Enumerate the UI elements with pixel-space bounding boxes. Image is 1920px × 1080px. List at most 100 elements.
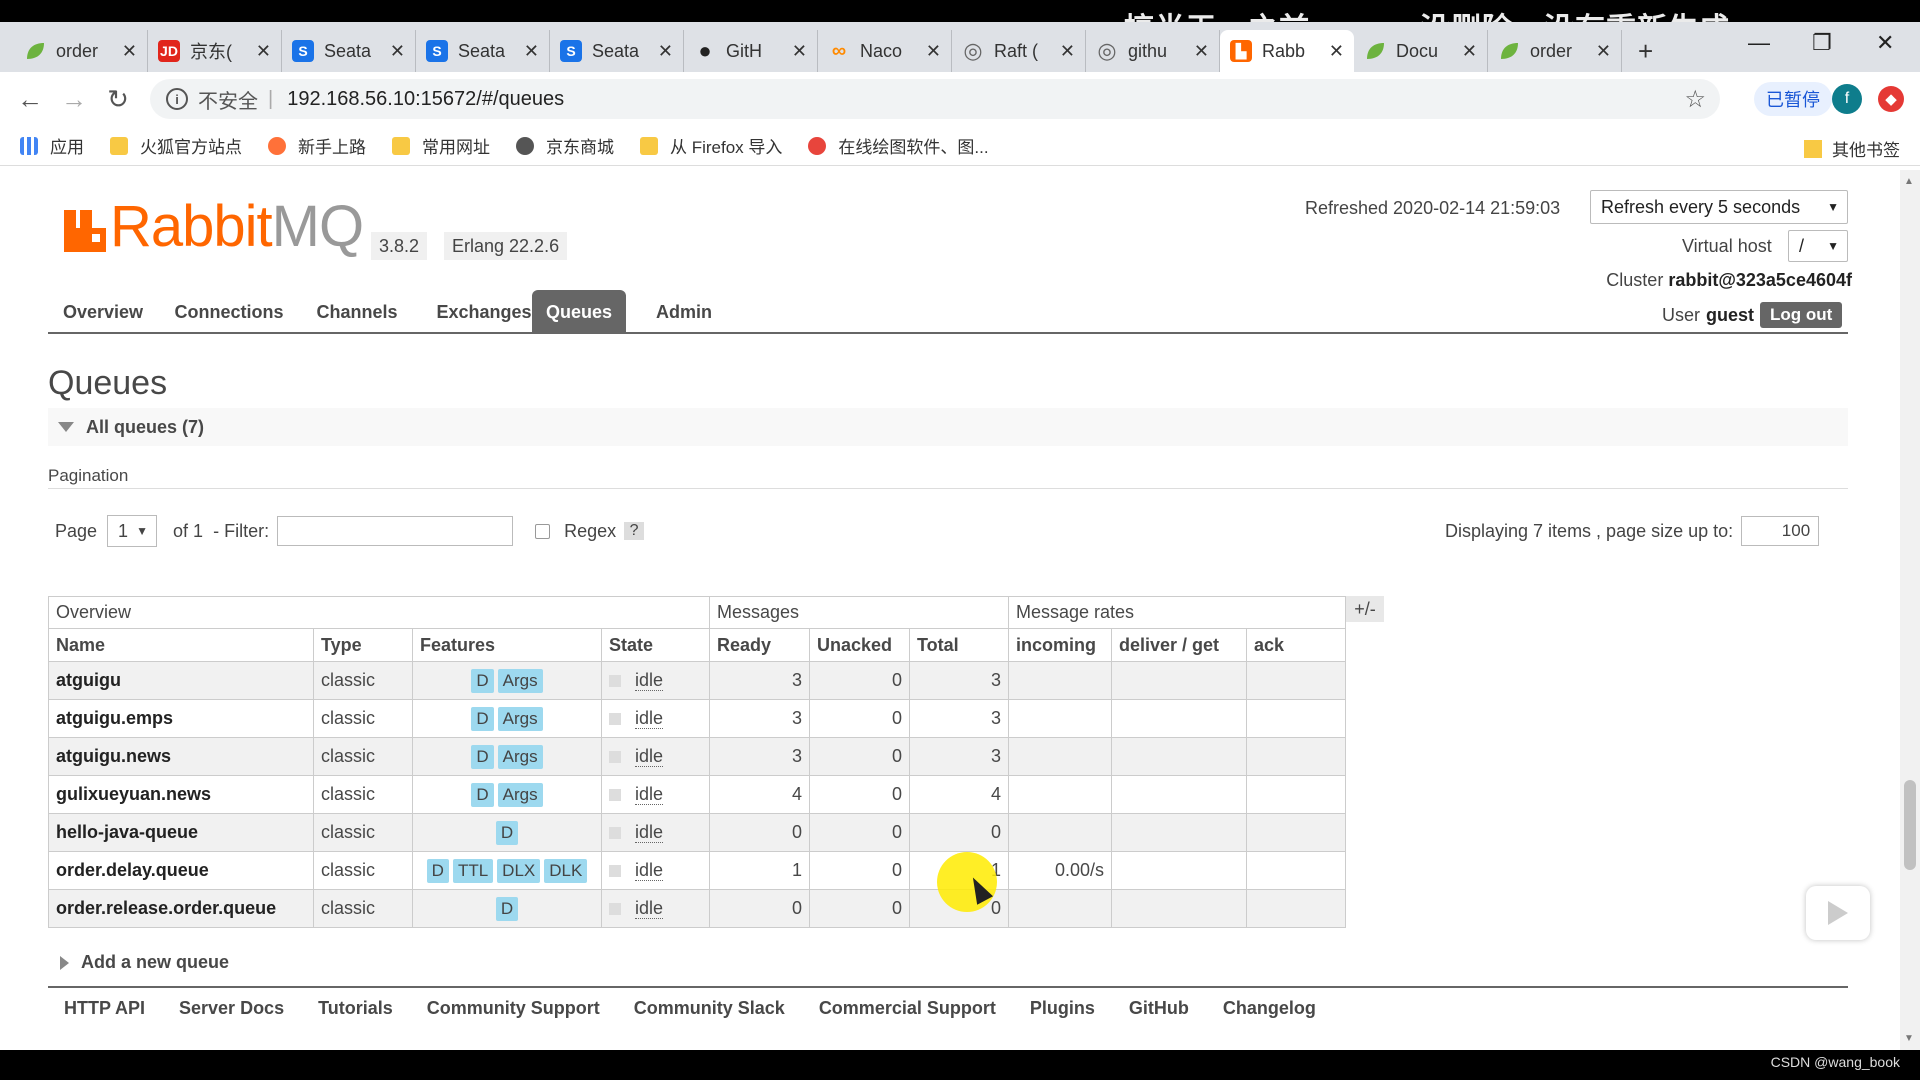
feature-badge[interactable]: D (471, 668, 494, 693)
browser-tab[interactable]: order ✕ (1488, 30, 1622, 72)
bookmark-item[interactable]: 在线绘图软件、图... (808, 133, 989, 158)
reload-icon[interactable]: ↻ (96, 84, 140, 115)
browser-tab[interactable]: ▙ Rabb ✕ (1220, 30, 1354, 72)
refresh-interval-select[interactable]: Refresh every 5 seconds ▼ (1590, 190, 1848, 224)
close-icon[interactable]: ✕ (122, 41, 137, 62)
column-header[interactable]: State (601, 628, 710, 662)
column-header[interactable]: incoming (1008, 628, 1112, 662)
feature-badge[interactable]: D (471, 782, 494, 807)
all-queues-toggle[interactable]: All queues (7) (48, 408, 1848, 446)
feature-badge[interactable]: DLX (497, 858, 541, 883)
feature-badge[interactable]: D (426, 858, 449, 883)
scrollbar-thumb[interactable] (1904, 780, 1916, 870)
footer-link[interactable]: Commercial Support (819, 998, 996, 1019)
bookmark-item[interactable]: 新手上路 (268, 133, 366, 158)
column-header[interactable]: deliver / get (1111, 628, 1247, 662)
close-window-icon[interactable]: ✕ (1876, 30, 1894, 56)
sync-paused-button[interactable]: 已暂停 (1754, 82, 1832, 116)
feature-badge[interactable]: Args (497, 744, 543, 769)
url-text[interactable]: 192.168.56.10:15672/#/queues (287, 88, 564, 111)
close-icon[interactable]: ✕ (792, 41, 807, 62)
feature-badge[interactable]: D (471, 744, 494, 769)
nav-tab-channels[interactable]: Channels (298, 290, 416, 334)
back-icon[interactable]: ← (8, 84, 52, 115)
feature-badge[interactable]: D (471, 706, 494, 731)
page-size-input[interactable]: 100 (1741, 516, 1820, 546)
close-icon[interactable]: ✕ (1060, 41, 1075, 62)
virtual-host-select[interactable]: / ▼ (1788, 230, 1848, 262)
footer-link[interactable]: Changelog (1223, 998, 1316, 1019)
column-header[interactable]: ack (1246, 628, 1346, 662)
footer-link[interactable]: Server Docs (179, 998, 284, 1019)
queue-name-link[interactable]: atguigu.news (48, 737, 314, 776)
close-icon[interactable]: ✕ (1596, 41, 1611, 62)
other-bookmarks[interactable]: 其他书签 (1804, 136, 1900, 161)
feature-badge[interactable]: Args (497, 782, 543, 807)
nav-tab-overview[interactable]: Overview (48, 290, 158, 334)
regex-help-button[interactable]: ? (624, 522, 645, 540)
feature-badge[interactable]: Args (497, 668, 543, 693)
column-header[interactable]: Total (909, 628, 1009, 662)
browser-tab[interactable]: S Seata ✕ (282, 30, 416, 72)
footer-link[interactable]: HTTP API (64, 998, 145, 1019)
page-scrollbar[interactable]: ▲ ▼ (1900, 170, 1920, 1050)
regex-checkbox[interactable] (535, 523, 551, 539)
feature-badge[interactable]: D (495, 820, 519, 845)
restore-icon[interactable]: ❐ (1812, 30, 1832, 56)
close-icon[interactable]: ✕ (256, 41, 271, 62)
filter-input[interactable] (277, 516, 514, 546)
footer-link[interactable]: GitHub (1129, 998, 1189, 1019)
nav-tab-connections[interactable]: Connections (160, 290, 298, 334)
close-icon[interactable]: ✕ (524, 41, 539, 62)
column-header[interactable]: Ready (709, 628, 810, 662)
column-header[interactable]: Name (48, 628, 314, 662)
column-header[interactable]: Features (412, 628, 602, 662)
queue-name-link[interactable]: atguigu (48, 661, 314, 700)
add-queue-toggle[interactable]: Add a new queue (60, 952, 229, 973)
feature-badge[interactable]: Args (497, 706, 543, 731)
queue-name-link[interactable]: atguigu.emps (48, 699, 314, 738)
nav-tab-queues[interactable]: Queues (532, 290, 626, 334)
bookmark-item[interactable]: 从 Firefox 导入 (640, 133, 782, 158)
profile-avatar[interactable]: f (1832, 84, 1862, 114)
close-icon[interactable]: ✕ (658, 41, 673, 62)
close-icon[interactable]: ✕ (1329, 41, 1344, 62)
queue-name-link[interactable]: order.release.order.queue (48, 889, 314, 928)
scroll-down-icon[interactable]: ▼ (1904, 1033, 1914, 1044)
new-tab-button[interactable]: + (1622, 30, 1669, 72)
footer-link[interactable]: Community Slack (634, 998, 785, 1019)
scroll-up-icon[interactable]: ▲ (1904, 176, 1914, 187)
bookmark-item[interactable]: 火狐官方站点 (110, 133, 242, 158)
browser-tab[interactable]: ◎ Raft (✕ (952, 30, 1086, 72)
close-icon[interactable]: ✕ (1194, 41, 1209, 62)
video-play-button[interactable] (1806, 886, 1870, 940)
bookmark-star-icon[interactable]: ☆ (1684, 85, 1706, 114)
minimize-icon[interactable]: — (1748, 30, 1770, 56)
browser-tab[interactable]: order ✕ (14, 30, 148, 72)
bookmark-item[interactable]: 应用 (20, 133, 84, 158)
browser-tab[interactable]: S Seata ✕ (550, 30, 684, 72)
close-icon[interactable]: ✕ (1462, 41, 1477, 62)
browser-tab[interactable]: S Seata ✕ (416, 30, 550, 72)
columns-toggle-button[interactable]: +/- (1346, 596, 1384, 622)
bookmark-item[interactable]: 常用网址 (392, 133, 490, 158)
column-header[interactable]: Type (313, 628, 413, 662)
browser-tab[interactable]: ● GitH ✕ (684, 30, 818, 72)
bookmark-item[interactable]: 京东商城 (516, 133, 614, 158)
close-icon[interactable]: ✕ (390, 41, 405, 62)
feature-badge[interactable]: TTL (452, 858, 494, 883)
browser-tab[interactable]: ◎ githu ✕ (1086, 30, 1220, 72)
close-icon[interactable]: ✕ (926, 41, 941, 62)
browser-tab[interactable]: Docu ✕ (1354, 30, 1488, 72)
footer-link[interactable]: Plugins (1030, 998, 1095, 1019)
page-select[interactable]: 1 ▼ (107, 515, 158, 547)
nav-tab-admin[interactable]: Admin (636, 290, 732, 334)
queue-name-link[interactable]: gulixueyuan.news (48, 775, 314, 814)
feature-badge[interactable]: D (495, 896, 519, 921)
forward-icon[interactable]: → (52, 84, 96, 115)
browser-tab[interactable]: ∞ Naco ✕ (818, 30, 952, 72)
column-header[interactable]: Unacked (809, 628, 910, 662)
feature-badge[interactable]: DLK (544, 858, 588, 883)
footer-link[interactable]: Tutorials (318, 998, 393, 1019)
omnibox[interactable]: i 不安全 | 192.168.56.10:15672/#/queues ☆ (150, 79, 1720, 119)
